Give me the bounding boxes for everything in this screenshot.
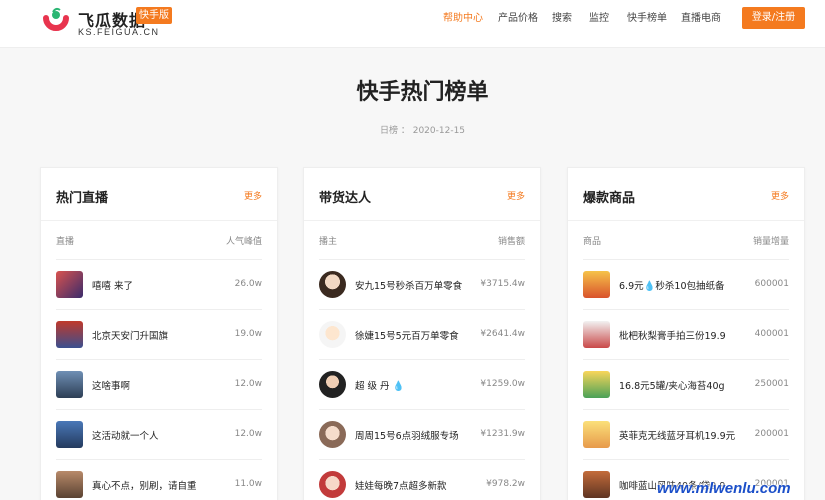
column-header-streamer: 播主 [319, 237, 338, 247]
peak-popularity: 19.0w [234, 329, 262, 339]
list-item[interactable]: 真心不点，别刷，请自重 11.0w [56, 460, 262, 500]
peak-popularity: 11.0w [234, 479, 262, 489]
list-item[interactable]: 娃娃每晚7点超多新款 ¥978.2w [319, 460, 525, 500]
sales-amount: ¥2641.4w [480, 329, 525, 339]
card-hot-live: 热门直播 更多 直播 人气峰值 嘻嘻 来了 26.0w 北京天安门升国旗 19.… [40, 167, 278, 500]
product-thumbnail [583, 371, 610, 398]
top-navigation-bar: 飞瓜数据 快手版 KS.FEIGUA.CN 帮助中心 产品价格 搜索 监控 快手… [0, 0, 825, 48]
column-header-peak-popularity: 人气峰值 [225, 237, 262, 247]
peak-popularity: 26.0w [234, 279, 262, 289]
list-item[interactable]: 安九15号秒杀百万单零食 ¥3715.4w [319, 260, 525, 310]
list-item[interactable]: 6.9元💧秒杀10包抽纸备 600001 [583, 260, 789, 310]
product-thumbnail [583, 421, 610, 448]
column-header-sales: 销售额 [497, 237, 525, 247]
page-title: 快手热门榜单 [356, 80, 489, 105]
sales-increase: 600001 [754, 279, 789, 289]
logo-subtitle: KS.FEIGUA.CN [78, 27, 160, 37]
date-label: 日榜 [379, 126, 398, 136]
nav-pricing[interactable]: 产品价格 [498, 12, 538, 26]
list-item[interactable]: 枇杷秋梨膏手拍三份19.9 400001 [583, 310, 789, 360]
list-item[interactable]: 16.8元5罐/夹心海苔40g 250001 [583, 360, 789, 410]
live-cover-thumbnail [56, 371, 83, 398]
peak-popularity: 12.0w [234, 379, 262, 389]
sales-increase: 400001 [754, 329, 789, 339]
column-header-live: 直播 [56, 237, 75, 247]
card-top-sellers: 带货达人 更多 播主 销售额 安九15号秒杀百万单零食 ¥3715.4w 徐婕1… [303, 167, 541, 500]
streamer-name: 周周15号6点羽绒服专场 [355, 431, 459, 442]
login-register-button[interactable]: 登录/注册 [742, 7, 805, 29]
more-link[interactable]: 更多 [244, 189, 262, 202]
card-header: 热门直播 更多 [41, 168, 277, 221]
live-cover-thumbnail [56, 471, 83, 498]
live-title: 真心不点，别刷，请自重 [92, 481, 197, 492]
product-thumbnail [583, 271, 610, 298]
streamer-avatar [319, 271, 346, 298]
product-name: 枇杷秋梨膏手拍三份19.9 [619, 331, 726, 342]
product-thumbnail [583, 471, 610, 498]
live-cover-thumbnail [56, 421, 83, 448]
streamer-avatar [319, 321, 346, 348]
sales-amount: ¥1259.0w [480, 379, 525, 389]
live-title: 嘻嘻 来了 [92, 281, 134, 292]
card-header: 带货达人 更多 [304, 168, 540, 221]
nav-help-center[interactable]: 帮助中心 [443, 12, 483, 26]
nav-monitor[interactable]: 监控 [589, 12, 609, 26]
streamer-name: 徐婕15号5元百万单零食 [355, 331, 459, 342]
list-item[interactable]: 北京天安门升国旗 19.0w [56, 310, 262, 360]
feigua-logo-icon [43, 7, 69, 31]
site-logo[interactable]: 飞瓜数据 快手版 KS.FEIGUA.CN [40, 6, 180, 38]
sales-amount: ¥978.2w [486, 479, 525, 489]
product-name: 16.8元5罐/夹心海苔40g [619, 381, 725, 392]
list-item[interactable]: 嘻嘻 来了 26.0w [56, 260, 262, 310]
product-name: 6.9元💧秒杀10包抽纸备 [619, 281, 725, 292]
list-item[interactable]: 徐婕15号5元百万单零食 ¥2641.4w [319, 310, 525, 360]
column-header-sales-increase: 销量增量 [752, 237, 789, 247]
nav-search[interactable]: 搜索 [552, 12, 572, 26]
date-line: 日榜 ： 2020-12-15 [379, 126, 466, 136]
product-thumbnail [583, 321, 610, 348]
more-link[interactable]: 更多 [771, 189, 789, 202]
list-item[interactable]: 这活动就一个人 12.0w [56, 410, 262, 460]
list-item[interactable]: 这啥事啊 12.0w [56, 360, 262, 410]
sales-amount: ¥1231.9w [480, 429, 525, 439]
card-header: 爆款商品 更多 [568, 168, 804, 221]
streamer-name: 超 级 丹 💧 [355, 381, 405, 392]
card-title: 热门直播 [56, 191, 109, 206]
more-link[interactable]: 更多 [507, 189, 525, 202]
sales-increase: 200001 [754, 429, 789, 439]
list-item[interactable]: 周周15号6点羽绒服专场 ¥1231.9w [319, 410, 525, 460]
watermark: www.mlwenlu.com [657, 480, 791, 497]
streamer-avatar [319, 421, 346, 448]
product-name: 英菲克无线蓝牙耳机19.9元 [619, 431, 736, 442]
live-title: 北京天安门升国旗 [92, 331, 169, 342]
sales-increase: 250001 [754, 379, 789, 389]
live-title: 这活动就一个人 [92, 431, 159, 442]
list-item[interactable]: 英菲克无线蓝牙耳机19.9元 200001 [583, 410, 789, 460]
column-header-product: 商品 [583, 237, 602, 247]
streamer-name: 娃娃每晚7点超多新款 [355, 481, 447, 492]
date-value: 2020-12-15 [412, 126, 466, 136]
card-title: 带货达人 [319, 191, 372, 206]
logo-badge: 快手版 [136, 7, 172, 24]
list-item[interactable]: 超 级 丹 💧 ¥1259.0w [319, 360, 525, 410]
nav-live-commerce[interactable]: 直播电商 [681, 12, 721, 26]
live-cover-thumbnail [56, 321, 83, 348]
streamer-avatar [319, 471, 346, 498]
live-title: 这啥事啊 [92, 381, 131, 392]
streamer-name: 安九15号秒杀百万单零食 [355, 281, 463, 292]
card-hot-products: 爆款商品 更多 商品 销量增量 6.9元💧秒杀10包抽纸备 600001 枇杷秋… [567, 167, 805, 500]
live-cover-thumbnail [56, 271, 83, 298]
card-title: 爆款商品 [583, 191, 636, 206]
peak-popularity: 12.0w [234, 429, 262, 439]
sales-amount: ¥3715.4w [480, 279, 525, 289]
nav-kuaishou-rankings[interactable]: 快手榜单 [627, 12, 667, 26]
streamer-avatar [319, 371, 346, 398]
